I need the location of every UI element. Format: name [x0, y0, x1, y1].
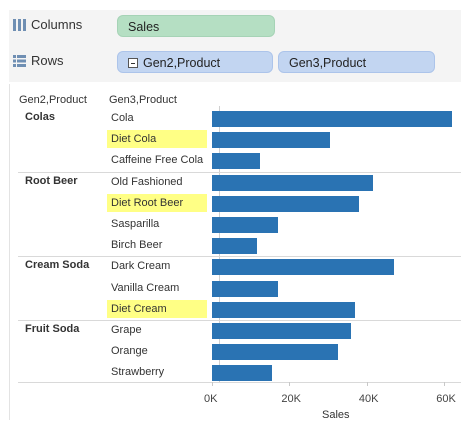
tick-mark	[444, 382, 446, 386]
tick-label: 60K	[436, 393, 456, 405]
bar[interactable]	[212, 111, 452, 127]
row-label[interactable]: Old Fashioned	[109, 173, 185, 191]
bar[interactable]	[212, 344, 338, 361]
gen3-header[interactable]: Gen3,Product	[109, 94, 177, 106]
chart-pane: Gen2,Product Gen3,Product Colas Cola Diet …	[9, 84, 461, 421]
group-divider	[18, 171, 461, 173]
group-label[interactable]: Colas	[25, 111, 55, 123]
row-label[interactable]: Diet Cream	[107, 299, 207, 318]
row-label[interactable]: Cola	[109, 109, 136, 127]
tick-mark	[212, 382, 213, 386]
bar[interactable]	[212, 174, 373, 191]
gen3-pill-label: Gen3,Product	[289, 56, 367, 70]
sales-pill-label: Sales	[128, 20, 160, 34]
tick-label: 40K	[358, 393, 379, 405]
bar[interactable]	[212, 238, 257, 255]
bar[interactable]	[212, 132, 331, 149]
group-label[interactable]: Root Beer	[25, 175, 78, 187]
row-label[interactable]: Vanilla Cream	[109, 279, 181, 297]
axis-line	[18, 382, 461, 383]
group-divider	[18, 320, 461, 321]
rows-shelf-icon	[13, 54, 26, 67]
row-label[interactable]: Caffeine Free Cola	[109, 151, 205, 169]
bar[interactable]	[212, 301, 356, 318]
gen2-pill-label: Gen2,Product	[143, 56, 221, 70]
row-label[interactable]: Dark Cream	[109, 257, 172, 275]
bar[interactable]	[212, 195, 360, 212]
gen2-product-pill[interactable]: Gen2,Product	[117, 51, 273, 73]
columns-shelf-icon	[13, 18, 26, 31]
x-axis-title: Sales	[322, 409, 350, 421]
bar[interactable]	[212, 323, 352, 339]
row-label[interactable]: Diet Root Beer	[107, 193, 207, 212]
collapse-icon[interactable]	[128, 58, 138, 68]
row-label[interactable]: Birch Beer	[109, 236, 164, 254]
gen2-header[interactable]: Gen2,Product	[19, 94, 87, 106]
columns-label-text: Columns	[31, 17, 83, 32]
columns-shelf[interactable]: Columns Sales	[9, 10, 461, 41]
row-label[interactable]: Sasparilla	[109, 215, 161, 233]
bar[interactable]	[212, 280, 278, 297]
tick-mark	[289, 382, 291, 386]
sales-pill[interactable]: Sales	[117, 15, 275, 37]
gen3-product-pill[interactable]: Gen3,Product	[278, 51, 435, 73]
bar[interactable]	[212, 365, 272, 382]
bar[interactable]	[212, 259, 394, 276]
row-label[interactable]: Orange	[109, 342, 150, 360]
pane-left-border	[9, 84, 10, 420]
group-label[interactable]: Fruit Soda	[25, 323, 79, 335]
rows-shelf[interactable]: Rows Gen2,Product Gen3,Product	[9, 46, 461, 77]
bar[interactable]	[212, 217, 278, 233]
bar[interactable]	[212, 153, 261, 170]
row-label[interactable]: Grape	[109, 321, 144, 339]
tick-mark	[366, 382, 368, 386]
tick-label: 0K	[204, 393, 218, 405]
row-label[interactable]: Strawberry	[109, 363, 166, 381]
tick-label: 20K	[281, 393, 301, 405]
group-label[interactable]: Cream Soda	[25, 259, 89, 271]
rows-shelf-label: Rows	[13, 53, 64, 68]
rows-label-text: Rows	[31, 53, 64, 68]
group-divider	[18, 256, 461, 258]
row-label[interactable]: Diet Cola	[107, 130, 207, 149]
columns-shelf-label: Columns	[13, 17, 82, 32]
